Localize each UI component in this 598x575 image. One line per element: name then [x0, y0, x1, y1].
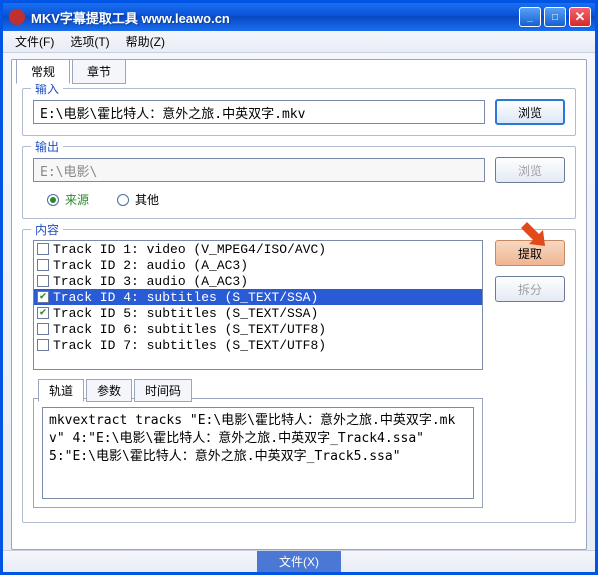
subtab-track[interactable]: 轨道: [38, 379, 84, 402]
main-tabs: 常规 章节: [16, 59, 128, 84]
track-list[interactable]: Track ID 1: video (V_MPEG4/ISO/AVC)Track…: [33, 240, 483, 370]
window-title: MKV字幕提取工具 www.leawo.cn: [31, 8, 519, 27]
fieldset-content: 内容 提取 拆分 Track ID 1: video (V_MPEG4/ISO/…: [22, 229, 576, 523]
output-path-field: [33, 158, 485, 182]
output-browse-button: 浏览: [495, 157, 565, 183]
track-label: Track ID 6: subtitles (S_TEXT/UTF8): [53, 322, 326, 337]
titlebar[interactable]: MKV字幕提取工具 www.leawo.cn _ □ ✕: [3, 3, 595, 31]
track-row[interactable]: Track ID 2: audio (A_AC3): [34, 257, 482, 273]
radio-icon: [47, 194, 59, 206]
checkbox-icon[interactable]: [37, 243, 49, 255]
radio-icon: [117, 194, 129, 206]
fieldset-content-label: 内容: [31, 221, 63, 238]
maximize-button[interactable]: □: [544, 7, 566, 27]
track-row[interactable]: ✔ Track ID 4: subtitles (S_TEXT/SSA): [34, 289, 482, 305]
minimize-button[interactable]: _: [519, 7, 541, 27]
track-label: Track ID 4: subtitles (S_TEXT/SSA): [53, 290, 318, 305]
track-row[interactable]: Track ID 6: subtitles (S_TEXT/UTF8): [34, 321, 482, 337]
radio-other[interactable]: 其他: [117, 191, 159, 208]
track-label: Track ID 3: audio (A_AC3): [53, 274, 248, 289]
checkbox-icon[interactable]: ✔: [37, 291, 49, 303]
fieldset-output-label: 输出: [31, 138, 63, 155]
menu-file[interactable]: 文件(F): [7, 31, 62, 52]
sub-tab-area: 轨道 参数 时间码 mkvextract tracks "E:\电影\霍比特人：…: [33, 398, 483, 508]
main-panel: 常规 章节 输入 浏览 输出 浏览: [11, 59, 587, 550]
menu-options[interactable]: 选项(T): [62, 31, 117, 52]
split-button: 拆分: [495, 276, 565, 302]
subtab-params[interactable]: 参数: [86, 379, 132, 402]
track-label: Track ID 7: subtitles (S_TEXT/UTF8): [53, 338, 326, 353]
fieldset-output: 输出 浏览 来源 其他: [22, 146, 576, 219]
track-row[interactable]: ✔ Track ID 5: subtitles (S_TEXT/SSA): [34, 305, 482, 321]
checkbox-icon[interactable]: [37, 259, 49, 271]
arrow-icon: [521, 218, 555, 255]
track-row[interactable]: Track ID 1: video (V_MPEG4/ISO/AVC): [34, 241, 482, 257]
status-file-tab[interactable]: 文件(X): [257, 551, 341, 572]
radio-source[interactable]: 来源: [47, 191, 89, 208]
checkbox-icon[interactable]: [37, 323, 49, 335]
statusbar: 文件(X): [3, 550, 595, 572]
track-label: Track ID 1: video (V_MPEG4/ISO/AVC): [53, 242, 326, 257]
subtab-timecode[interactable]: 时间码: [134, 379, 192, 402]
window-controls: _ □ ✕: [519, 7, 591, 27]
sub-tabs: 轨道 参数 时间码: [38, 379, 194, 402]
checkbox-icon[interactable]: ✔: [37, 307, 49, 319]
content-area: 常规 章节 输入 浏览 输出 浏览: [3, 53, 595, 550]
checkbox-icon[interactable]: [37, 339, 49, 351]
app-icon: [9, 9, 25, 25]
tab-body: 输入 浏览 输出 浏览 来源: [12, 60, 586, 543]
app-window: MKV字幕提取工具 www.leawo.cn _ □ ✕ 文件(F) 选项(T)…: [0, 0, 598, 575]
input-path-field[interactable]: [33, 100, 485, 124]
side-buttons: 提取 拆分: [495, 240, 565, 302]
menubar: 文件(F) 选项(T) 帮助(Z): [3, 31, 595, 53]
command-textbox[interactable]: mkvextract tracks "E:\电影\霍比特人：意外之旅.中英双字.…: [42, 407, 474, 499]
track-label: Track ID 2: audio (A_AC3): [53, 258, 248, 273]
tab-chapters[interactable]: 章节: [72, 59, 126, 84]
menu-help[interactable]: 帮助(Z): [118, 31, 173, 52]
input-browse-button[interactable]: 浏览: [495, 99, 565, 125]
track-row[interactable]: Track ID 3: audio (A_AC3): [34, 273, 482, 289]
output-radio-group: 来源 其他: [33, 191, 565, 208]
tab-general[interactable]: 常规: [16, 59, 70, 84]
track-label: Track ID 5: subtitles (S_TEXT/SSA): [53, 306, 318, 321]
fieldset-input: 输入 浏览: [22, 88, 576, 136]
checkbox-icon[interactable]: [37, 275, 49, 287]
track-row[interactable]: Track ID 7: subtitles (S_TEXT/UTF8): [34, 337, 482, 353]
close-button[interactable]: ✕: [569, 7, 591, 27]
